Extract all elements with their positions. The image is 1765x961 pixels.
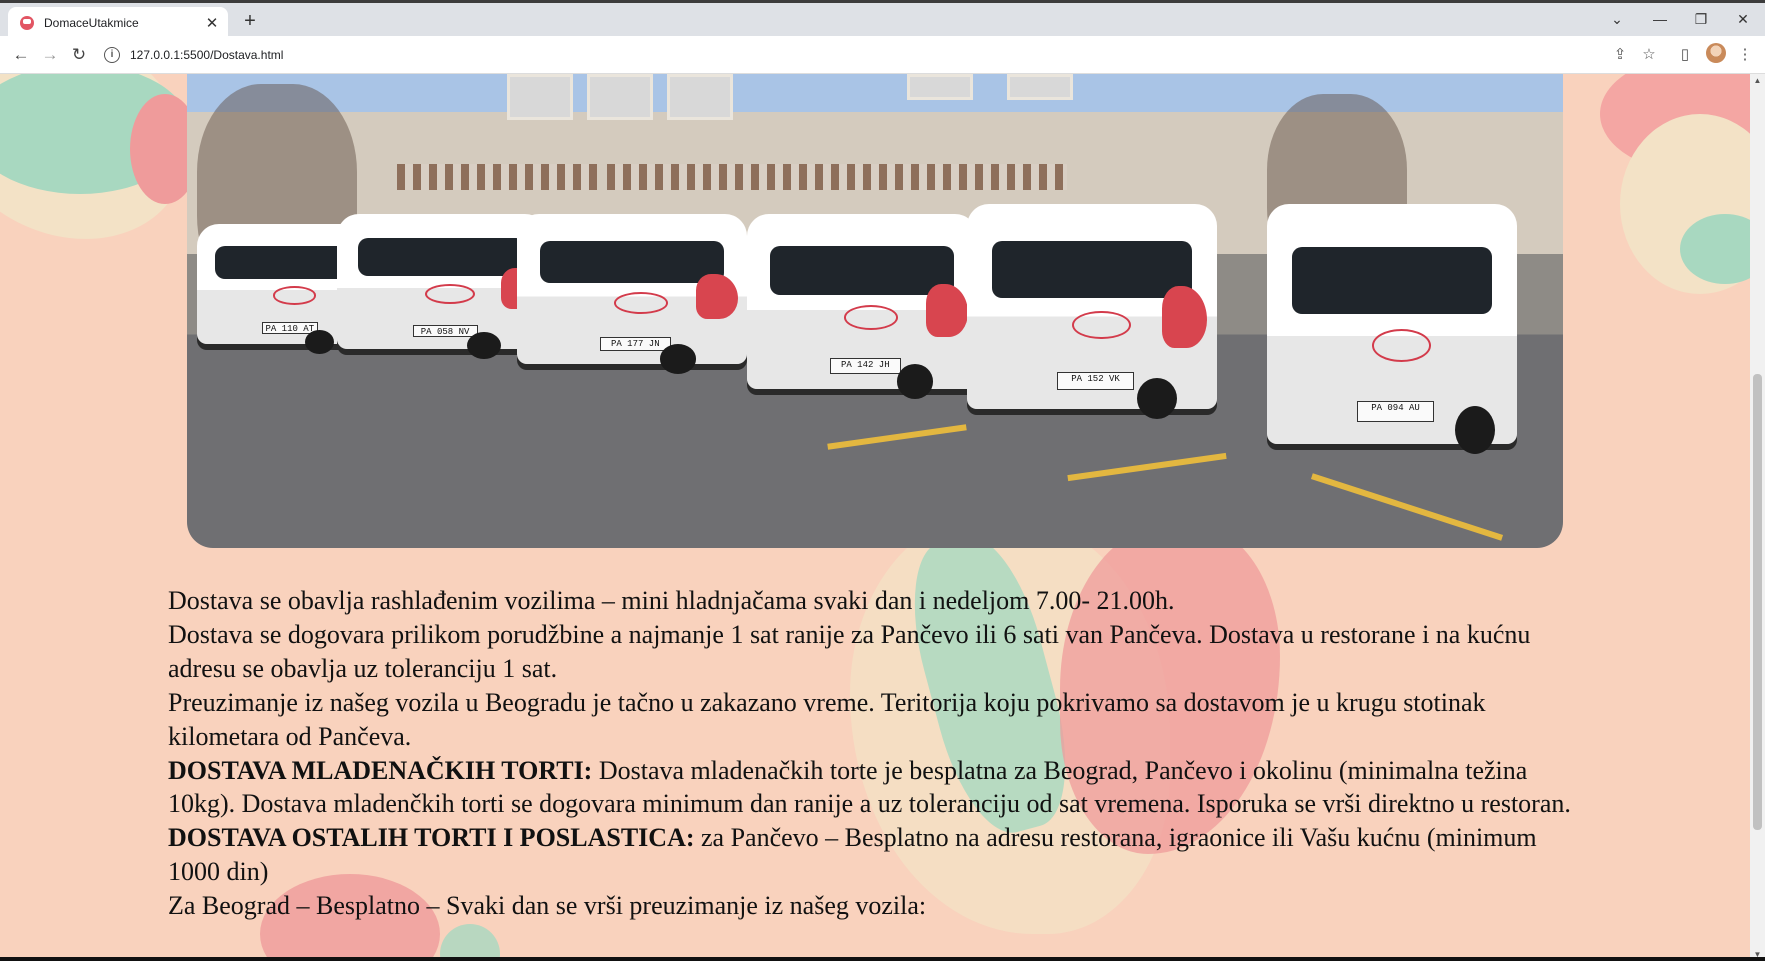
delivery-van: PA 058 NV <box>337 214 547 359</box>
awning <box>397 164 597 190</box>
page-viewport: PA 110 AT PA 058 NV PA 177 JN PA 142 JH … <box>0 74 1750 961</box>
building-window <box>907 74 973 100</box>
cake-favicon-icon <box>20 16 34 30</box>
profile-avatar[interactable] <box>1706 43 1726 63</box>
restore-button[interactable]: ❐ <box>1684 7 1718 31</box>
scrollbar-thumb[interactable] <box>1753 374 1762 830</box>
awning <box>607 164 847 190</box>
browser-menu-icon[interactable]: ⋮ <box>1732 42 1758 68</box>
decor-blob-bottom-mint <box>440 924 500 961</box>
delivery-van: PA 094 AU <box>1267 204 1517 454</box>
delivery-van: PA 177 JN <box>517 214 747 374</box>
delivery-van: PA 142 JH <box>747 214 977 399</box>
back-button[interactable]: ← <box>8 42 34 68</box>
license-plate: PA 058 NV <box>412 324 478 338</box>
new-tab-button[interactable]: + <box>238 9 262 33</box>
site-info-icon[interactable]: i <box>104 47 120 63</box>
awning <box>847 164 1067 190</box>
license-plate: PA 142 JH <box>829 357 901 374</box>
address-bar[interactable]: i 127.0.0.1:5500/Dostava.html <box>104 42 1664 68</box>
wedding-cakes-paragraph: DOSTAVA MLADENAČKIH TORTI: Dostava mlade… <box>168 754 1588 822</box>
building-window <box>667 74 733 120</box>
license-plate: PA 177 JN <box>599 337 671 351</box>
belgrade-delivery-paragraph: Za Beograd – Besplatno – Svaki dan se vr… <box>168 891 927 921</box>
other-cakes-heading: DOSTAVA OSTALIH TORTI I POSLASTICA: <box>168 823 695 853</box>
bookmark-star-icon[interactable]: ☆ <box>1636 42 1662 68</box>
close-window-button[interactable]: ✕ <box>1726 7 1760 31</box>
parking-line <box>1310 473 1504 541</box>
taskbar-edge <box>0 957 1765 961</box>
tab-close-icon[interactable]: ✕ <box>202 14 222 32</box>
building-window <box>507 74 573 120</box>
minimize-button[interactable]: — <box>1643 7 1677 31</box>
browser-tab-bar: DomaceUtakmice ✕ + ⌄ — ❐ ✕ <box>0 0 1765 39</box>
building-window <box>587 74 653 120</box>
delivery-arrangement-paragraph: Dostava se dogovara prilikom porudžbine … <box>168 619 1531 683</box>
share-icon[interactable]: ⇪ <box>1607 42 1633 68</box>
scroll-up-arrow-icon[interactable]: ▲ <box>1753 76 1762 85</box>
tab-title: DomaceUtakmice <box>44 16 139 30</box>
side-panel-icon[interactable]: ▯ <box>1672 42 1698 68</box>
page-scrollbar[interactable]: ▲ ▼ <box>1750 74 1765 961</box>
forward-button[interactable]: → <box>37 42 63 68</box>
reload-button[interactable]: ↻ <box>66 42 92 68</box>
other-cakes-paragraph: DOSTAVA OSTALIH TORTI I POSLASTICA: za P… <box>168 821 1588 889</box>
license-plate: PA 152 VK <box>1057 372 1134 391</box>
license-plate: PA 094 AU <box>1357 400 1434 422</box>
delivery-info-text: Dostava se obavlja rashlađenim vozilima … <box>168 584 1588 923</box>
parking-line <box>827 424 967 450</box>
browser-toolbar: ← → ↻ i 127.0.0.1:5500/Dostava.html ⇪ ☆ … <box>0 36 1765 74</box>
building-window <box>1007 74 1073 100</box>
delivery-schedule-paragraph: Dostava se obavlja rashlađenim vozilima … <box>168 586 1175 615</box>
pickup-territory-paragraph: Preuzimanje iz našeg vozila u Beogradu j… <box>168 687 1486 751</box>
parking-line <box>1067 452 1227 482</box>
tab-search-dropdown-icon[interactable]: ⌄ <box>1600 7 1634 31</box>
wedding-cakes-heading: DOSTAVA MLADENAČKIH TORTI: <box>168 755 593 785</box>
delivery-van: PA 152 VK <box>967 204 1217 419</box>
browser-tab[interactable]: DomaceUtakmice ✕ <box>8 7 228 39</box>
delivery-vans-photo: PA 110 AT PA 058 NV PA 177 JN PA 142 JH … <box>187 74 1563 548</box>
address-url[interactable]: 127.0.0.1:5500/Dostava.html <box>130 48 283 62</box>
